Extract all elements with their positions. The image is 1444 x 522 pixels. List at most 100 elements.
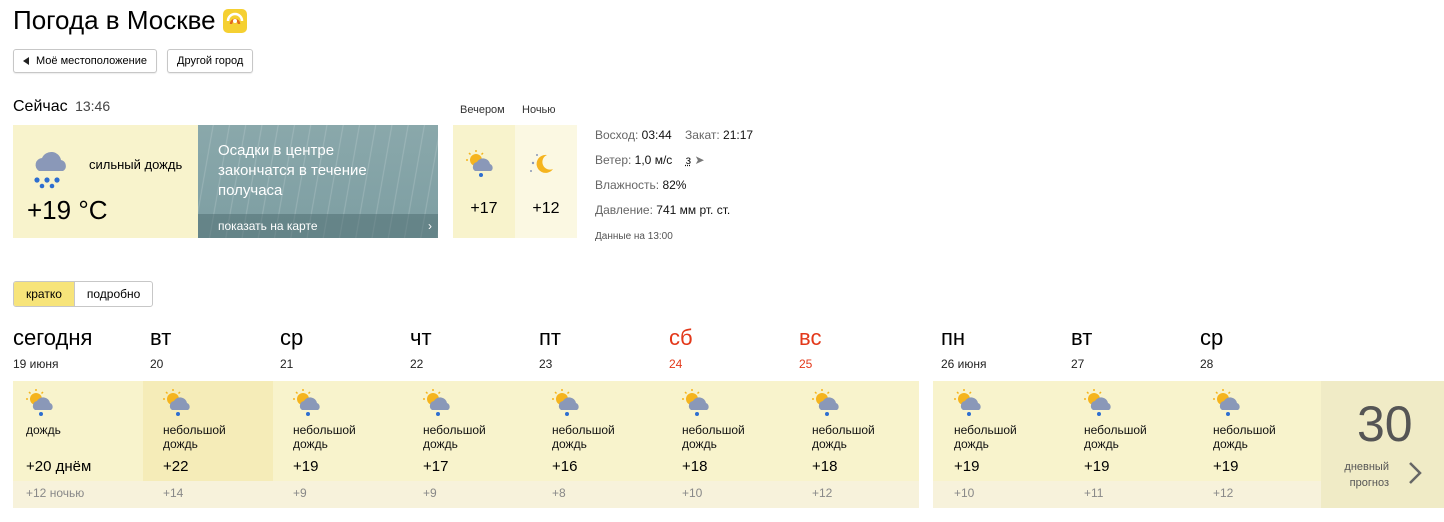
- day-temperature: +20 днём: [26, 458, 92, 475]
- chevron-right-icon: [1409, 462, 1422, 484]
- day-temperature: +19: [293, 458, 319, 475]
- now-time: 13:46: [75, 98, 111, 114]
- sun-cloud-rain-icon: [1212, 388, 1242, 423]
- humidity-label: Влажность:: [595, 178, 660, 192]
- day-name[interactable]: вт: [1071, 325, 1092, 351]
- night-temperature: +9: [423, 486, 437, 500]
- thirty-day-forecast-link[interactable]: 30 дневный прогноз: [1321, 381, 1444, 508]
- day-condition-line2: дождь: [423, 437, 458, 451]
- day-condition-line1: небольшой: [1084, 423, 1147, 437]
- day-name[interactable]: ср: [1200, 325, 1223, 351]
- pressure-info: Давление: 741 мм рт. ст.: [595, 203, 730, 217]
- day-condition-line2: дождь: [682, 437, 717, 451]
- heavy-rain-cloud-icon: [31, 149, 75, 194]
- day-condition-line2: дождь: [163, 437, 198, 451]
- day-date: 22: [410, 357, 424, 371]
- day-condition: небольшой дождь: [682, 423, 745, 451]
- day-temperature: +19: [954, 458, 980, 475]
- thirty-day-label-line1: дневный: [1344, 461, 1389, 473]
- day-condition-line2: дождь: [954, 437, 989, 451]
- day-name[interactable]: вт: [150, 325, 171, 351]
- night-temperature: +12: [1213, 486, 1234, 500]
- day-condition-line1: небольшой: [954, 423, 1017, 437]
- night-temperature: +11: [1084, 486, 1104, 500]
- day-condition-line1: дождь: [26, 423, 61, 437]
- sun-cloud-rain-icon: [551, 388, 581, 423]
- sun-times: Восход: 03:44 Закат: 21:17: [595, 128, 753, 142]
- yandex-weather-logo-icon: [222, 8, 248, 34]
- my-location-button[interactable]: Моё местоположение: [13, 49, 157, 73]
- day-condition: дождь: [26, 423, 61, 437]
- day-temperature: +17: [423, 458, 449, 475]
- thirty-day-label: дневный прогноз: [1341, 459, 1389, 491]
- precipitation-radar-panel[interactable]: Осадки в центре закончатся в течение пол…: [198, 125, 438, 238]
- day-condition: небольшой дождь: [812, 423, 875, 451]
- day-date: 19 июня: [13, 357, 59, 371]
- tab-brief[interactable]: кратко: [14, 282, 75, 306]
- show-on-map-link[interactable]: показать на карте ›: [198, 214, 438, 238]
- day-date: 23: [539, 357, 553, 371]
- wind-direction[interactable]: з: [686, 153, 692, 167]
- day-condition-line2: дождь: [1213, 437, 1248, 451]
- evening-card: +17: [453, 125, 515, 238]
- day-condition-line1: небольшой: [682, 423, 745, 437]
- night-temperature: +10: [954, 486, 975, 500]
- current-temperature: +19 °C: [27, 195, 108, 225]
- location-arrow-icon: [23, 57, 29, 65]
- sunrise-value: 03:44: [641, 128, 672, 142]
- night-temp: +12: [532, 200, 560, 217]
- sun-cloud-rain-icon: [422, 388, 452, 423]
- sunrise-label: Восход:: [595, 128, 639, 142]
- chevron-right-icon: ›: [428, 219, 432, 233]
- day-condition: небольшой дождь: [552, 423, 615, 451]
- show-on-map-label: показать на карте: [218, 219, 318, 233]
- other-city-button[interactable]: Другой город: [167, 49, 254, 73]
- page-title-text: Погода в Москве: [13, 5, 216, 35]
- day-condition-line2: дождь: [1084, 437, 1119, 451]
- tab-detailed[interactable]: подробно: [75, 282, 152, 306]
- sun-cloud-rain-icon: [681, 388, 711, 423]
- sunset-value: 21:17: [723, 128, 754, 142]
- day-condition: небольшой дождь: [954, 423, 1017, 451]
- night-card: +12: [515, 125, 577, 238]
- night-temperature: +9: [293, 486, 307, 500]
- day-date: 27: [1071, 357, 1085, 371]
- page-title: Погода в Москве: [13, 5, 248, 36]
- now-heading: Сейчас 13:46: [13, 98, 110, 116]
- sun-cloud-rain-icon: [811, 388, 841, 423]
- day-name[interactable]: пн: [941, 325, 965, 351]
- day-condition-line1: небольшой: [812, 423, 875, 437]
- thirty-day-label-line2: прогноз: [1349, 477, 1389, 489]
- day-name[interactable]: сегодня: [13, 325, 92, 351]
- sun-cloud-rain-icon: [292, 388, 322, 423]
- day-name[interactable]: ср: [280, 325, 303, 351]
- day-date: 24: [669, 357, 683, 371]
- radar-message: Осадки в центре закончатся в течение пол…: [218, 142, 367, 199]
- day-temperature: +18: [682, 458, 708, 475]
- sun-cloud-rain-icon: [162, 388, 192, 423]
- day-condition: небольшой дождь: [1084, 423, 1147, 451]
- day-name[interactable]: пт: [539, 325, 561, 351]
- day-condition-line1: небольшой: [423, 423, 486, 437]
- night-temperature: +12: [812, 486, 833, 500]
- day-name[interactable]: вс: [799, 325, 821, 351]
- moon-stars-icon: [527, 149, 557, 184]
- day-condition-line2: дождь: [293, 437, 328, 451]
- pressure-value: 741 мм рт. ст.: [656, 203, 731, 217]
- day-condition-line1: небольшой: [552, 423, 615, 437]
- data-timestamp-note: Данные на 13:00: [595, 231, 673, 242]
- wind-label: Ветер:: [595, 153, 632, 167]
- day-name[interactable]: чт: [410, 325, 432, 351]
- view-tabs: кратко подробно: [13, 281, 154, 307]
- humidity-info: Влажность: 82%: [595, 178, 686, 192]
- day-temperature: +18: [812, 458, 838, 475]
- other-city-label: Другой город: [177, 55, 244, 67]
- sun-cloud-rain-icon: [1083, 388, 1113, 423]
- thirty-day-number: 30: [1357, 396, 1413, 452]
- now-label: Сейчас: [13, 98, 68, 115]
- day-name[interactable]: сб: [669, 325, 693, 351]
- pressure-label: Давление:: [595, 203, 653, 217]
- day-date: 28: [1200, 357, 1214, 371]
- day-condition-line2: дождь: [812, 437, 847, 451]
- day-date: 25: [799, 357, 813, 371]
